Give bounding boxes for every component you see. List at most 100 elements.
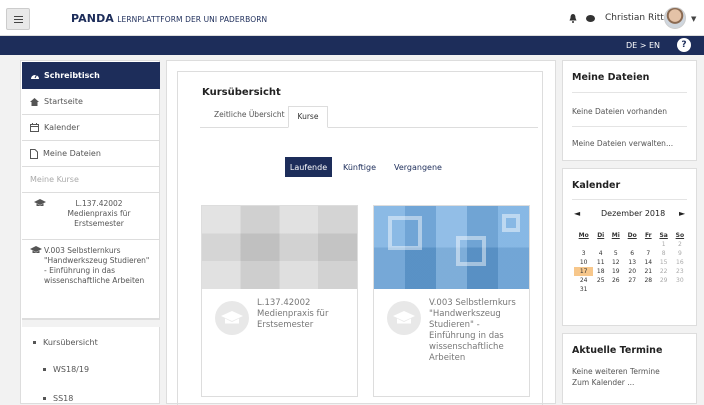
user-name[interactable]: Christian Ritter (605, 13, 673, 23)
weekday-label: Di (597, 232, 605, 239)
calendar-day[interactable]: 22 (656, 267, 672, 276)
sidebar-item-kursuebersicht[interactable]: Kursübersicht (33, 338, 98, 347)
calendar-day[interactable]: 16 (672, 258, 688, 267)
hamburger-icon (13, 18, 23, 20)
calendar-day[interactable]: 1 (656, 240, 672, 249)
sidebar-item-label: Kalender (44, 123, 80, 132)
manage-files-link[interactable]: Meine Dateien verwalten... (572, 139, 673, 149)
site-brand[interactable]: PANDA Lernplattform der Uni Paderborn (71, 12, 267, 25)
calendar-day[interactable]: 26 (608, 276, 623, 285)
calendar-day[interactable] (672, 285, 688, 294)
filter-laufende-button[interactable]: Laufende (285, 157, 332, 177)
calendar-day[interactable]: 10 (574, 258, 593, 267)
calendar-next-month[interactable]: ► (679, 209, 685, 218)
calendar-day[interactable]: 28 (641, 276, 656, 285)
sidebar-course-selbstlernkurs[interactable]: V.003 Selbstlernkurs "Handwerkszeug Stud… (22, 240, 160, 319)
course-card-image[interactable] (374, 206, 529, 289)
calendar-day[interactable] (608, 285, 623, 294)
calendar-day[interactable]: 20 (623, 267, 640, 276)
calendar-day[interactable]: 7 (641, 249, 656, 258)
calendar-week: 17 18 19 20 21 22 23 (574, 267, 688, 276)
calendar-day[interactable]: 4 (593, 249, 608, 258)
brand-subtitle: Lernplattform der Uni Paderborn (117, 15, 268, 24)
calendar-day[interactable]: 19 (608, 267, 623, 276)
pattern-square (502, 214, 520, 232)
calendar-day[interactable] (623, 240, 640, 249)
calendar-day[interactable] (656, 285, 672, 294)
course-card-title[interactable]: V.003 Selbstlernkurs "Handwerkszeug Stud… (429, 298, 525, 364)
graduation-cap-icon (393, 311, 415, 324)
calendar-day[interactable]: 25 (593, 276, 608, 285)
help-icon[interactable]: ? (677, 38, 691, 52)
calendar-day[interactable]: 2 (672, 240, 688, 249)
course-card-image[interactable] (202, 206, 357, 289)
calendar-week: 24 25 26 27 28 29 30 (574, 276, 688, 285)
user-avatar[interactable] (664, 7, 686, 29)
events-none-text: Keine weiteren Termine (572, 367, 660, 376)
calendar-day[interactable]: 27 (623, 276, 640, 285)
tab-courses[interactable]: Kurse (288, 106, 328, 128)
calendar-day[interactable]: 11 (593, 258, 608, 267)
calendar-day[interactable]: 3 (574, 249, 593, 258)
user-menu-caret-icon[interactable]: ▼ (691, 15, 696, 23)
filter-vergangene-button[interactable]: Vergangene (394, 157, 442, 177)
sidebar-course-medienpraxis[interactable]: L.137.42002 Medienpraxis für Erstsemeste… (22, 193, 160, 240)
calendar-day[interactable]: 18 (593, 267, 608, 276)
calendar-day[interactable] (608, 240, 623, 249)
calendar-icon (30, 123, 39, 132)
calendar-day[interactable] (593, 285, 608, 294)
calendar-day[interactable]: 12 (608, 258, 623, 267)
filter-kuenftige-button[interactable]: Künftige (343, 157, 376, 177)
calendar-title: Kalender (572, 180, 621, 191)
calendar-day-today[interactable]: 17 (574, 267, 594, 276)
calendar-day[interactable] (574, 240, 593, 249)
files-block-title: Meine Dateien (572, 72, 650, 83)
calendar-day[interactable] (593, 240, 608, 249)
go-to-calendar-link[interactable]: Zum Kalender ... (572, 378, 634, 388)
calendar-day[interactable] (641, 240, 656, 249)
calendar-day[interactable]: 31 (574, 285, 593, 294)
calendar-day[interactable]: 29 (656, 276, 672, 285)
calendar-day[interactable]: 21 (641, 267, 656, 276)
calendar-day[interactable]: 23 (672, 267, 688, 276)
calendar-day[interactable]: 5 (608, 249, 623, 258)
course-code: V.003 Selbstlernkurs (44, 246, 121, 255)
block-divider (572, 199, 687, 200)
calendar-week: 3456789 (574, 249, 688, 258)
calendar-prev-month[interactable]: ◄ (574, 209, 580, 218)
sidebar-item-ss18[interactable]: SS18 (43, 394, 73, 403)
calendar-day[interactable]: 30 (672, 276, 688, 285)
sidebar-item-startseite[interactable]: Startseite (22, 89, 160, 115)
tab-timeline[interactable]: Zeitliche Übersicht (214, 110, 285, 119)
graduation-cap-icon (30, 246, 42, 253)
calendar-day[interactable]: 6 (623, 249, 640, 258)
calendar-month-label[interactable]: Dezember 2018 (601, 209, 665, 218)
calendar-day[interactable] (623, 285, 640, 294)
calendar-day[interactable]: 8 (656, 249, 672, 258)
course-card-title[interactable]: L.137.42002 Medienpraxis für Erstsemeste… (257, 298, 353, 331)
sidebar-item-kalender[interactable]: Kalender (22, 115, 160, 141)
calendar-day[interactable]: 14 (641, 258, 656, 267)
calendar-day[interactable] (641, 285, 656, 294)
graduation-cap-icon (221, 311, 243, 324)
sidebar-item-label: WS18/19 (53, 365, 90, 374)
sidebar-item-meine-dateien[interactable]: Meine Dateien (22, 141, 160, 167)
menu-toggle-button[interactable] (6, 8, 30, 30)
sidebar-item-schreibtisch[interactable]: Schreibtisch (22, 62, 160, 89)
calendar-day[interactable]: 24 (574, 276, 593, 285)
language-switch[interactable]: DE > EN (626, 41, 660, 50)
course-card[interactable]: L.137.42002 Medienpraxis für Erstsemeste… (201, 205, 358, 397)
calendar-day[interactable]: 13 (623, 258, 640, 267)
weekday-label: Fr (644, 232, 652, 239)
calendar-week: 31 (574, 285, 688, 294)
calendar-day[interactable]: 9 (672, 249, 688, 258)
pattern-square (388, 216, 422, 250)
calendar-day[interactable]: 15 (656, 258, 672, 267)
calendar-week: 12 (574, 240, 688, 249)
sidebar-item-ws18-19[interactable]: WS18/19 (43, 365, 89, 374)
notification-bell-icon[interactable] (569, 14, 577, 23)
messages-icon[interactable] (586, 15, 595, 22)
brand-name: PANDA (71, 12, 114, 25)
course-card[interactable]: V.003 Selbstlernkurs "Handwerkszeug Stud… (373, 205, 530, 397)
course-name: "Handwerkszeug Studieren" - Einführung i… (44, 256, 150, 285)
